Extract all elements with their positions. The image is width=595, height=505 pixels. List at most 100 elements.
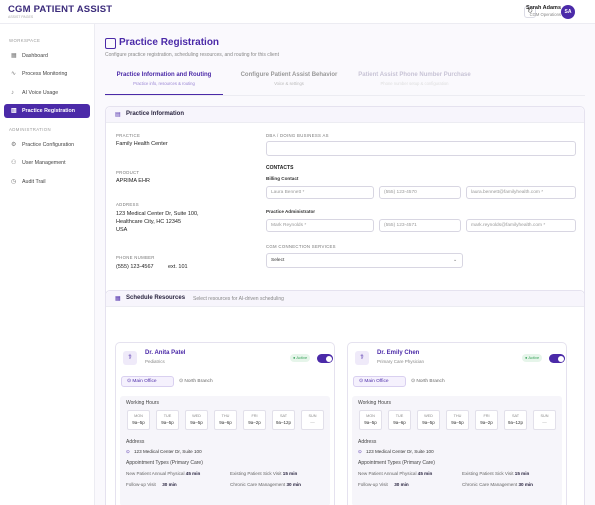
phone-value: (555) 123-4567 (116, 264, 154, 270)
tab-main-office[interactable]: ⊙ Main Office (353, 376, 406, 387)
day-hours: 9a–6p (219, 420, 232, 425)
users-icon: ⚇ (11, 160, 17, 166)
calendar-icon: ▦ (115, 296, 121, 302)
address-label: ADDRESS (116, 202, 139, 207)
day-name: SAT (511, 414, 520, 418)
clock-icon: ◷ (11, 179, 17, 185)
appointment-type: Existing Patient Sick Visit 15 min (462, 471, 529, 476)
day-name: WED (424, 414, 433, 418)
day-name: FRI (483, 414, 490, 418)
main-content: Practice Registration Configure practice… (95, 24, 595, 505)
appt-duration: 45 min (417, 471, 433, 476)
working-hours-label: Working Hours (126, 400, 159, 406)
tab-configure-behavior[interactable]: Configure Patient Assist Behavior Voice &… (233, 72, 345, 86)
day-hours: — (542, 420, 547, 425)
sidebar: WORKSPACE ▦ Dashboard ∿ Process Monitoring… (0, 24, 95, 505)
section-title: Schedule Resources (126, 295, 186, 301)
sidebar-section-workspace: WORKSPACE (9, 38, 41, 43)
tab-north-branch[interactable]: ⊙ North Branch (179, 377, 213, 387)
sidebar-item-user-management[interactable]: ⚇ User Management (4, 156, 90, 170)
user-role: CGM Operations (529, 12, 561, 17)
phone-ext: ext. 101 (168, 264, 188, 270)
select-value: Select (271, 258, 285, 263)
tab-practice-information[interactable]: Practice Information and Routing Practice… (111, 72, 217, 86)
chevron-down-icon: ⌄ (452, 258, 457, 263)
address-label: Address (126, 439, 145, 445)
tab-label: Practice Information and Routing (116, 72, 212, 78)
location-icon: ⊙ (358, 449, 362, 454)
admin-name-input[interactable]: Mark Reynolds * (266, 219, 374, 232)
day-mon: MON 9a–5p (359, 410, 382, 430)
day-name: TUE (395, 414, 404, 418)
working-hours-panel: Working Hours MON 9a–5p TUE 9a–6p WED 9a–5p… (352, 396, 562, 505)
day-hours: 9a–2p (248, 420, 261, 425)
billing-phone-input[interactable]: (555) 123-4570 (379, 186, 461, 199)
status-badge: ● Active (290, 354, 311, 362)
active-toggle[interactable] (549, 354, 565, 363)
active-toggle[interactable] (317, 354, 333, 363)
appt-duration: 30 min (162, 482, 177, 487)
appt-duration: 15 min (514, 471, 530, 476)
day-hours: 9a–6p (393, 420, 406, 425)
tab-label: Patient Assist Phone Number Purchase (358, 72, 471, 78)
billing-name-input[interactable]: Laura Bennett * (266, 186, 374, 199)
day-name: TUE (163, 414, 172, 418)
appointment-types-label: Appointment Types (Primary Care) (358, 460, 435, 466)
billing-email-input[interactable]: laura.bennett@familyhealth.com * (466, 186, 576, 199)
day-mon: MON 9a–5p (127, 410, 150, 430)
dba-input[interactable] (266, 141, 576, 156)
tab-main-office[interactable]: ⊙ Main Office (121, 376, 174, 387)
appt-name: Follow-up Visit (126, 482, 156, 487)
day-fri: FRI 9a–2p (475, 410, 498, 430)
tab-phone-number-purchase[interactable]: Patient Assist Phone Number Purchase Phon… (352, 72, 477, 86)
sidebar-item-label: Practice Configuration (22, 142, 75, 148)
product-label: PRODUCT (116, 170, 140, 175)
day-thu: THU 9a–5p (446, 410, 469, 430)
brand-logo[interactable]: CGM PATIENT ASSIST (8, 4, 112, 15)
day-hours: 9a–5p (451, 420, 464, 425)
brand-sub: ASSIST PAGES (8, 15, 34, 19)
appt-name: Existing Patient Sick Visit (230, 471, 282, 476)
appt-duration: 30 min (286, 482, 301, 487)
provider-card[interactable]: ⚕ Dr. Emily Chen Primary Care Physician … (347, 342, 567, 505)
sidebar-item-audit-trail[interactable]: ◷ Audit Trail (4, 175, 90, 189)
sidebar-item-process-monitoring[interactable]: ∿ Process Monitoring (4, 67, 90, 81)
day-hours: 9a–5p (364, 420, 377, 425)
top-bar: CGM PATIENT ASSIST ASSIST PAGES ↻ Sarah … (0, 0, 595, 24)
admin-phone-input[interactable]: (555) 123-4571 (379, 219, 461, 232)
day-thu: THU 9a–6p (214, 410, 237, 430)
clipboard-icon: ▤ (115, 112, 121, 118)
sidebar-item-ai-voice-usage[interactable]: ♪ AI Voice Usage (4, 86, 90, 100)
contacts-label: CONTACTS (266, 165, 294, 171)
admin-email-input[interactable]: mark.reynolds@familyhealth.com * (466, 219, 576, 232)
day-hours: 9a–5p (161, 420, 174, 425)
appointment-type: New Patient Annual Physical 45 min (358, 471, 432, 476)
day-fri: FRI 9a–2p (243, 410, 266, 430)
appointment-type: Chronic Care Management 30 min (462, 482, 533, 487)
appt-duration: 15 min (282, 471, 298, 476)
day-sun: SUN — (301, 410, 324, 430)
provider-address: 123 Medical Center Dr, Suite 100 (134, 449, 202, 454)
stethoscope-icon: ⚕ (123, 351, 137, 365)
provider-card[interactable]: ⚕ Dr. Anita Patel Pediatrics ● Active ⊙ … (115, 342, 335, 505)
section-title: Practice Information (126, 111, 185, 117)
sidebar-item-practice-configuration[interactable]: ⚙ Practice Configuration (4, 138, 90, 152)
appt-duration: 30 min (394, 482, 409, 487)
provider-specialty: Primary Care Physician (377, 359, 425, 364)
avatar[interactable]: SA (561, 5, 575, 19)
day-hours: 9a–12p (275, 420, 292, 425)
address-line-2: Healthcare City, HC 12345 (116, 219, 182, 225)
day-hours: 9a–5p (190, 420, 203, 425)
sidebar-item-dashboard[interactable]: ▦ Dashboard (4, 49, 90, 63)
location-icon: ⊙ (126, 449, 130, 454)
sidebar-item-label: User Management (22, 160, 66, 166)
sidebar-item-practice-registration[interactable]: ▥ Practice Registration (4, 104, 90, 118)
tab-north-branch[interactable]: ⊙ North Branch (411, 377, 445, 387)
day-sat: SAT 9a–12p (272, 410, 295, 430)
appt-duration: 30 min (518, 482, 533, 487)
connection-services-select[interactable]: Select ⌄ (266, 253, 463, 268)
building-icon: ▥ (11, 108, 17, 114)
tab-label: North Branch (416, 379, 445, 384)
tab-label: Main Office (132, 379, 157, 384)
appt-name: Follow-up Visit (358, 482, 388, 487)
